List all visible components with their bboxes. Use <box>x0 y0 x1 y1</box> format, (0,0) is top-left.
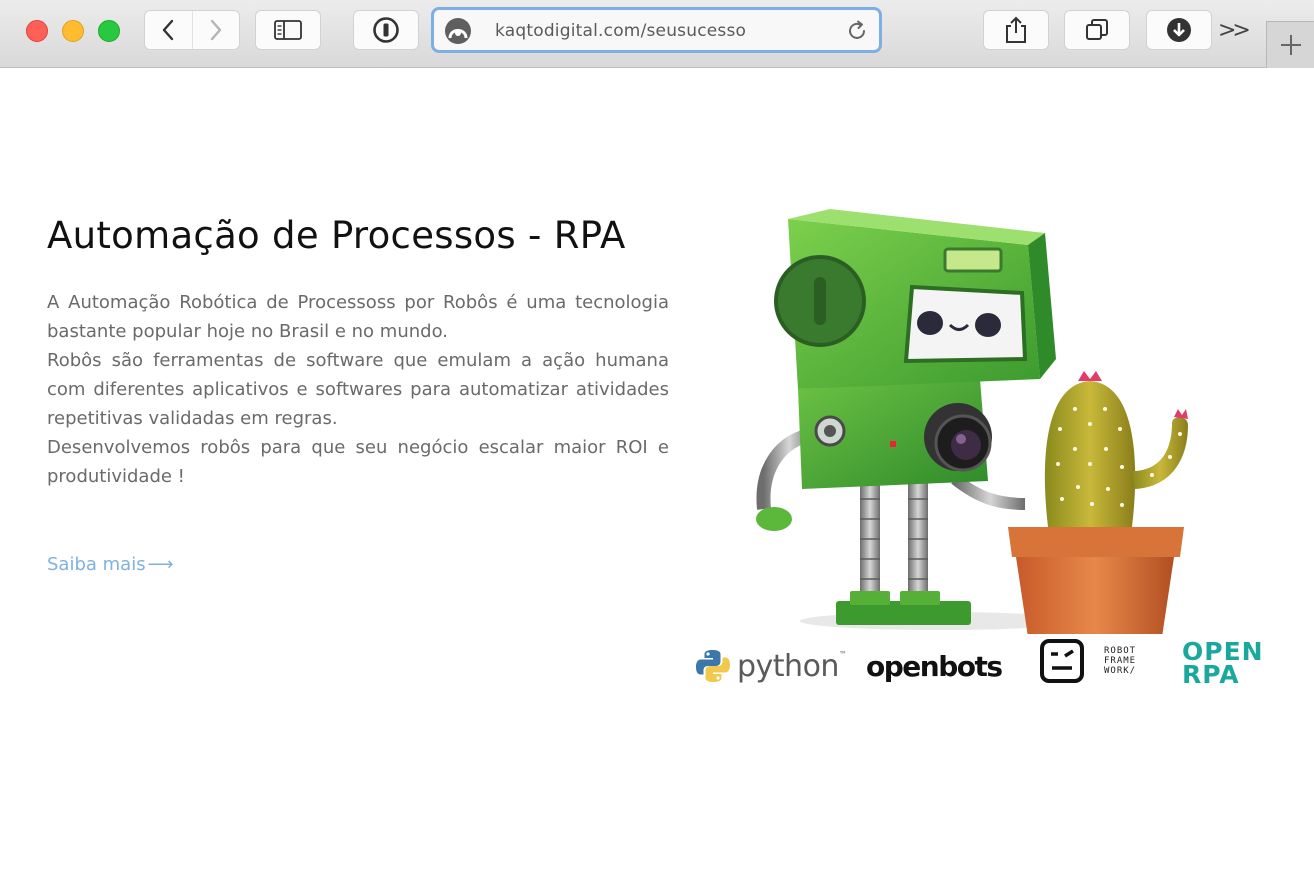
sidebar-icon <box>274 20 302 40</box>
share-button[interactable] <box>983 10 1049 50</box>
toolbar-overflow-button[interactable]: >> <box>1218 18 1251 43</box>
rf-line: ROBOT <box>1104 646 1137 656</box>
technology-logos: python ™ openbots ROBOT FRAME WORK/ OPEN… <box>690 634 1290 694</box>
python-icon <box>696 650 730 682</box>
plus-icon <box>1280 35 1301 55</box>
address-url[interactable]: kaqtodigital.com/seusucesso <box>495 21 746 41</box>
chevron-right-icon <box>210 19 222 41</box>
share-icon <box>1006 16 1026 43</box>
tab-overview-button[interactable] <box>1064 10 1130 50</box>
window-close-button[interactable] <box>26 20 48 42</box>
address-bar[interactable]: kaqtodigital.com/seusucesso <box>431 7 882 53</box>
python-wordmark: python <box>737 648 839 684</box>
window-minimize-button[interactable] <box>62 20 84 42</box>
openbots-logo: openbots <box>866 650 1003 683</box>
robot-illustration <box>756 209 1188 634</box>
downloads-button[interactable] <box>1146 10 1212 50</box>
tab-overview-icon <box>1086 19 1108 40</box>
python-logo: python ™ <box>695 648 847 684</box>
description-paragraph: Desenvolvemos robôs para que seu negócio… <box>47 437 669 487</box>
site-favicon-icon <box>445 18 471 44</box>
rf-line: WORK/ <box>1104 666 1137 676</box>
description-paragraph: A Automação Robótica de Processoss por R… <box>47 292 669 342</box>
new-tab-button[interactable] <box>1266 21 1314 68</box>
forward-button[interactable] <box>191 11 239 49</box>
saiba-mais-link[interactable]: Saiba mais ⟶ <box>47 554 173 575</box>
saiba-mais-label: Saiba mais <box>47 554 146 575</box>
robot-framework-icon <box>1040 639 1084 683</box>
description-paragraph: Robôs são ferramentas de software que em… <box>47 350 669 429</box>
robot-framework-wordmark: ROBOT FRAME WORK/ <box>1104 646 1136 676</box>
chevron-left-icon <box>163 19 174 41</box>
robot-framework-logo: ROBOT FRAME WORK/ <box>1040 639 1136 683</box>
reload-icon[interactable] <box>845 19 869 43</box>
description: A Automação Robótica de Processoss por R… <box>47 288 669 491</box>
sidebar-button[interactable] <box>255 10 321 50</box>
page-title: Automação de Processos - RPA <box>47 214 626 257</box>
navigation-buttons <box>144 10 240 50</box>
download-icon <box>1167 18 1191 42</box>
password-manager-icon <box>373 17 399 43</box>
arrow-right-icon: ⟶ <box>147 554 174 575</box>
page-content: Automação de Processos - RPA A Automação… <box>0 69 1314 888</box>
rf-line: FRAME <box>1104 656 1137 666</box>
back-button[interactable] <box>145 11 192 49</box>
openrpa-logo: OPEN RPA <box>1182 639 1264 689</box>
password-manager-button[interactable] <box>353 10 419 50</box>
browser-toolbar: kaqtodigital.com/seusucesso >> <box>0 0 1314 68</box>
python-trademark: ™ <box>838 650 847 659</box>
openrpa-line: RPA <box>1182 660 1240 689</box>
window-maximize-button[interactable] <box>98 20 120 42</box>
